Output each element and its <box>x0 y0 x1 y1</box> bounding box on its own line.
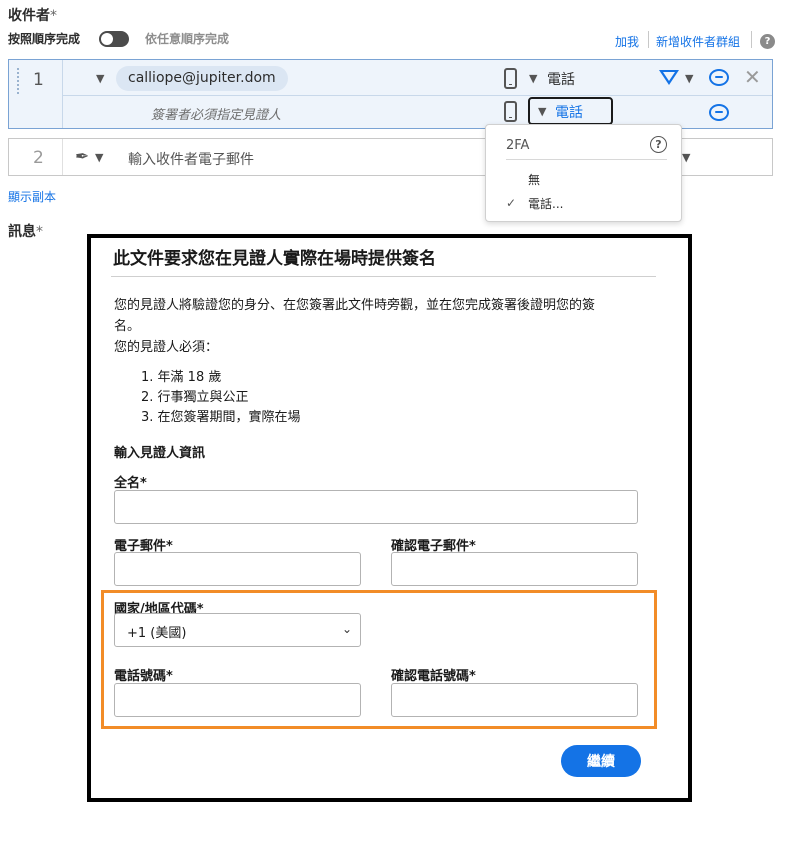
chevron-down-icon[interactable]: ▼ <box>96 72 104 85</box>
confirm-phone-input[interactable] <box>391 683 638 717</box>
continue-button[interactable]: 繼續 <box>561 745 641 777</box>
witness-required-hint: 簽署者必須指定見證人 <box>151 108 282 123</box>
toggle-knob <box>101 33 113 45</box>
chevron-down-icon[interactable]: ▼ <box>685 72 693 85</box>
chevron-down-icon: ▼ <box>538 105 547 118</box>
recipient-number: 1 <box>33 70 44 90</box>
phone-label: 電話號碼* <box>114 669 173 684</box>
filter-icon[interactable] <box>659 70 679 85</box>
section-title: 輸入見證人資訊 <box>114 446 206 461</box>
divider <box>648 31 649 48</box>
recipient-email-chip[interactable]: calliope@jupiter.dom <box>116 66 288 91</box>
add-recipient-group-link[interactable]: 新增收件者群組 <box>656 33 740 50</box>
required-mark: * <box>36 224 43 240</box>
pen-icon[interactable]: ✒ <box>75 147 89 167</box>
message-icon[interactable] <box>709 104 729 121</box>
chevron-down-icon: ⌄ <box>341 622 352 636</box>
show-cc-link[interactable]: 顯示副本 <box>8 188 56 205</box>
dropdown-option-none[interactable]: 無 <box>528 171 540 188</box>
divider <box>62 139 63 175</box>
help-icon[interactable]: ? <box>650 136 667 153</box>
order-any-label: 依任意順序完成 <box>145 32 230 46</box>
requirements-title: 您的見證人必須： <box>114 340 219 355</box>
full-name-input[interactable] <box>114 490 638 524</box>
country-code-value: +1 (美國) <box>127 626 187 641</box>
dropdown-option-phone[interactable]: 電話... <box>528 195 563 212</box>
close-icon[interactable]: ✕ <box>744 65 761 89</box>
confirm-email-input[interactable] <box>391 552 638 586</box>
email-input[interactable] <box>114 552 361 586</box>
confirm-phone-label: 確認電話號碼* <box>391 669 476 684</box>
required-mark: * <box>50 8 57 24</box>
dropdown-header: 2FA <box>506 138 530 153</box>
divider <box>751 31 752 48</box>
witness-auth-select[interactable]: ▼ 電話 <box>528 97 613 125</box>
drag-handle[interactable] <box>17 68 19 94</box>
order-toggle[interactable] <box>99 31 129 47</box>
divider <box>111 276 656 277</box>
divider <box>506 159 667 160</box>
auth-method-dropdown[interactable]: 2FA ? 無 ✓ 電話... <box>485 124 682 222</box>
witness-auth-label: 電話 <box>555 105 583 121</box>
recipient-email-input[interactable]: 輸入收件者電子郵件 <box>128 149 254 169</box>
panel-title: 此文件要求您在見證人實際在場時提供簽名 <box>113 249 436 269</box>
message-label: 訊息* <box>8 221 43 241</box>
chevron-down-icon[interactable]: ▼ <box>529 72 537 85</box>
recipients-title: 收件者* <box>8 5 57 25</box>
recipient-number: 2 <box>33 148 44 168</box>
check-icon: ✓ <box>506 196 517 210</box>
country-code-select[interactable]: +1 (美國) ⌄ <box>114 613 361 647</box>
auth-method-label[interactable]: 電話 <box>547 69 575 89</box>
requirement-item: 2. 行事獨立與公正 <box>141 390 249 405</box>
chevron-down-icon[interactable]: ▼ <box>95 151 103 164</box>
full-name-label: 全名* <box>114 476 147 491</box>
requirement-item: 3. 在您簽署期間，實際在場 <box>141 410 301 425</box>
phone-input[interactable] <box>114 683 361 717</box>
help-icon[interactable]: ? <box>760 34 775 49</box>
add-me-link[interactable]: 加我 <box>615 33 639 50</box>
chevron-down-icon[interactable]: ▼ <box>682 151 690 164</box>
divider <box>62 60 63 128</box>
message-icon[interactable] <box>709 69 729 86</box>
intro-text-line2: 名。 <box>114 319 141 334</box>
phone-icon <box>504 101 517 122</box>
witness-info-panel: 此文件要求您在見證人實際在場時提供簽名 您的見證人將驗證您的身分、在您簽署此文件… <box>87 234 692 802</box>
phone-icon <box>504 68 517 89</box>
order-sequential-label: 按照順序完成 <box>8 32 81 46</box>
message-label-text: 訊息 <box>8 224 36 240</box>
requirement-item: 1. 年滿 18 歲 <box>141 370 222 385</box>
divider <box>62 95 772 96</box>
recipient-row-1[interactable]: 1 ▼ calliope@jupiter.dom 簽署者必須指定見證人 ▼ 電話… <box>8 59 773 129</box>
recipients-title-text: 收件者 <box>8 8 50 24</box>
intro-text-line1: 您的見證人將驗證您的身分、在您簽署此文件時旁觀，並在您完成簽署後證明您的簽 <box>114 298 596 313</box>
